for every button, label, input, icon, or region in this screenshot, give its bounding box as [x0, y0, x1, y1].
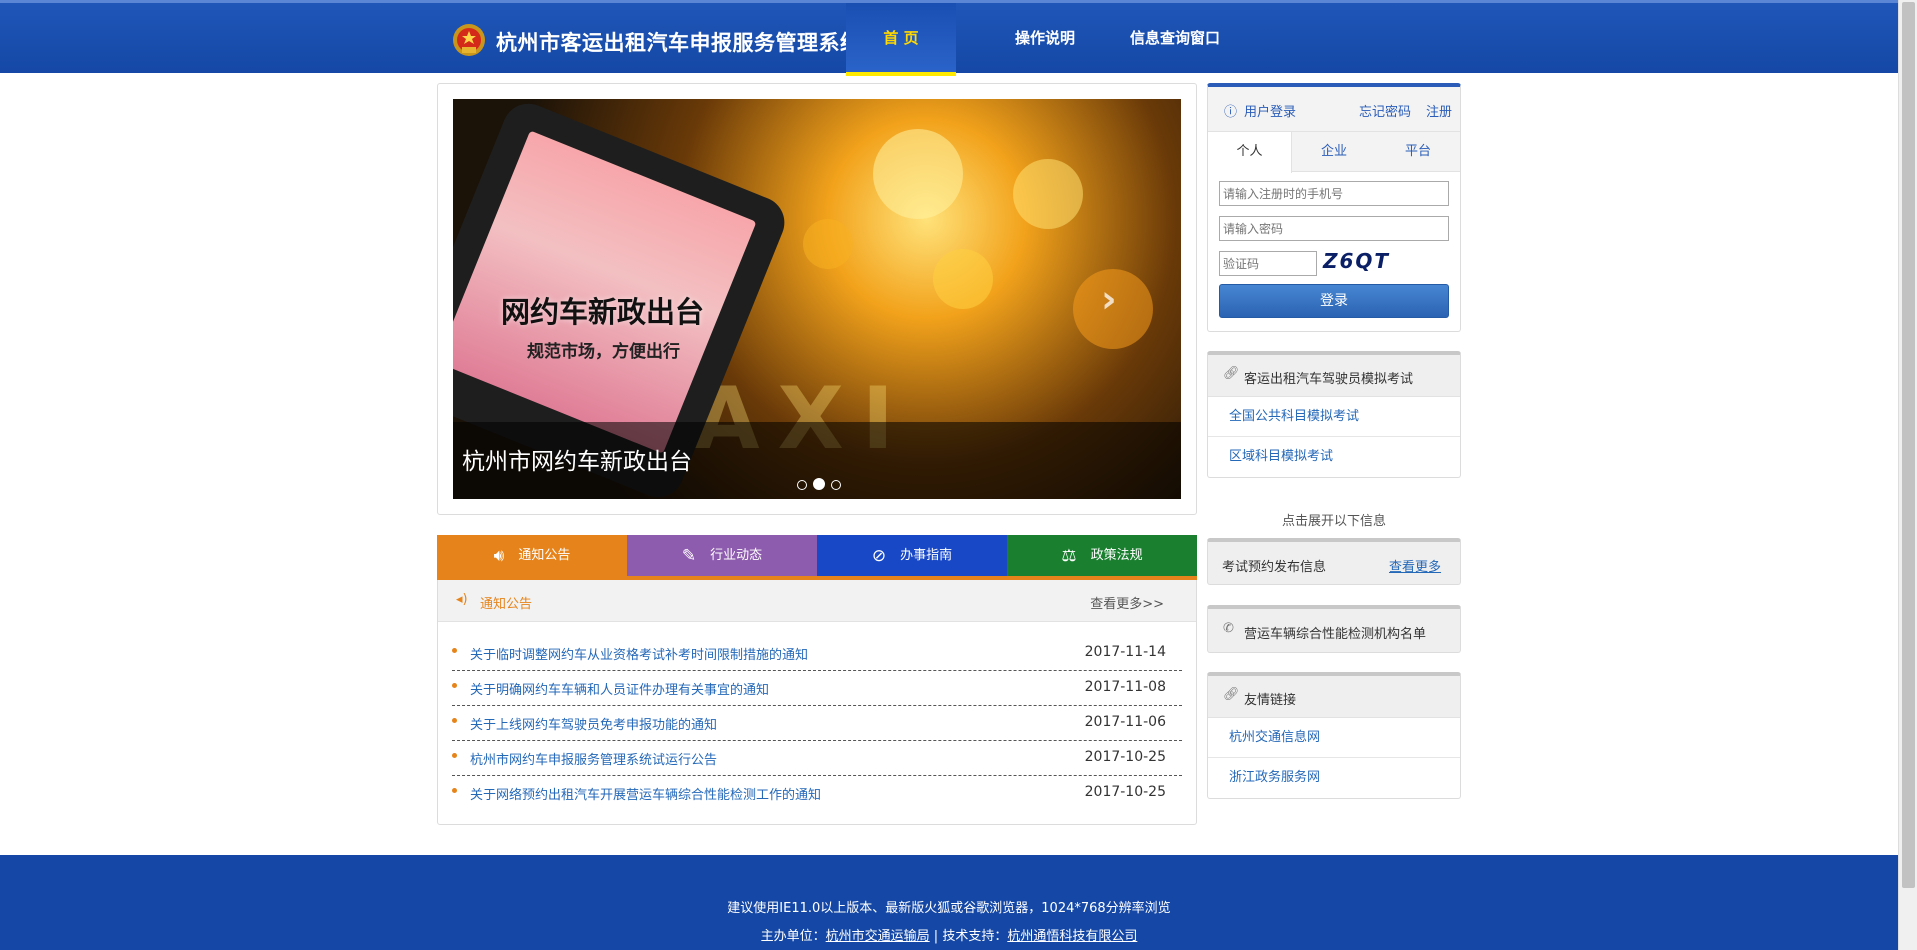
browser-note: 建议使用IE11.0以上版本、最新版火狐或谷歌浏览器，1024*768分辨率浏览 [727, 901, 1171, 916]
slide-caption: 杭州市网约车新政出台 [462, 449, 692, 475]
news-tabs: 🔊︎ 通知公告 ✎ 行业动态 ⊘ 办事指南 ⚖ 政策法规 [437, 535, 1197, 580]
document-edit-icon: ✎ [681, 546, 697, 566]
news-date: 2017-11-06 [1084, 714, 1166, 730]
inspection-panel[interactable]: ✆ 营运车辆综合性能检测机构名单 [1207, 605, 1461, 653]
bullet-icon [452, 753, 457, 758]
more-news-link[interactable]: 查看更多>> [1090, 593, 1164, 612]
news-link[interactable]: 关于上线网约车驾驶员免考申报功能的通知 [470, 714, 717, 733]
slide-dot-2[interactable] [813, 478, 825, 490]
news-date: 2017-11-08 [1084, 679, 1166, 695]
mock-exam-title: 客运出租汽车驾驶员模拟考试 [1244, 372, 1414, 387]
news-link[interactable]: 关于临时调整网约车从业资格考试补考时间限制措施的通知 [470, 644, 808, 663]
banner-panel: TAXI 网约车新政出台 规范市场，方便出行 › 杭州市网约车新政出台 [437, 83, 1197, 515]
bullet-icon [452, 683, 457, 688]
tab-policies[interactable]: ⚖ 政策法规 [1007, 535, 1197, 576]
login-button[interactable]: 登录 [1219, 284, 1449, 318]
phone-input[interactable] [1219, 181, 1449, 206]
news-link[interactable]: 关于网络预约出租汽车开展营运车辆综合性能检测工作的通知 [470, 784, 821, 803]
friend-links-header: 🔗︎ 友情链接 [1208, 676, 1460, 718]
bokeh-light [933, 249, 993, 309]
nav-instructions[interactable]: 操作说明 [1000, 3, 1090, 76]
next-slide-arrow-icon[interactable]: › [1101, 277, 1117, 321]
bokeh-light [873, 129, 963, 219]
exam-booking-title: 考试预约发布信息 [1222, 560, 1327, 575]
news-date: 2017-10-25 [1084, 784, 1166, 800]
list-item: 关于网络预约出租汽车开展营运车辆综合性能检测工作的通知 2017-10-25 [452, 776, 1182, 811]
tech-support-link[interactable]: 杭州通悟科技有限公司 [1007, 929, 1137, 944]
image-carousel[interactable]: TAXI 网约车新政出台 规范市场，方便出行 › 杭州市网约车新政出台 [453, 99, 1181, 499]
section-title: 通知公告 [480, 597, 533, 612]
caption-bar: 杭州市网约车新政出台 [453, 422, 1181, 499]
bullet-icon [452, 648, 457, 653]
speaker-icon: ◂) [456, 592, 468, 607]
captcha-input[interactable] [1219, 251, 1317, 276]
list-item: 关于明确网约车车辆和人员证件办理有关事宜的通知 2017-11-08 [452, 671, 1182, 706]
exam-booking-panel: 考试预约发布信息 查看更多 [1207, 538, 1461, 585]
tab-notices[interactable]: 🔊︎ 通知公告 [437, 535, 627, 576]
scales-icon: ⚖ [1061, 546, 1077, 566]
nav-info-query[interactable]: 信息查询窗口 [1120, 3, 1230, 76]
news-panel: 🔊︎ 通知公告 ✎ 行业动态 ⊘ 办事指南 ⚖ 政策法规 ◂) 通知公告 查看更多>> … [437, 535, 1197, 825]
link-icon: 🔗︎ [1223, 687, 1240, 702]
news-date: 2017-11-14 [1084, 644, 1166, 660]
scrollbar-thumb[interactable] [1902, 2, 1915, 888]
page-footer: 建议使用IE11.0以上版本、最新版火狐或谷歌浏览器，1024*768分辨率浏览… [0, 855, 1898, 950]
news-list: 关于临时调整网约车从业资格考试补考时间限制措施的通知 2017-11-14 关于明… [452, 636, 1182, 811]
top-header: 杭州市客运出租汽车申报服务管理系统 首 页 操作说明 信息查询窗口 [0, 0, 1898, 76]
register-link[interactable]: 注册 [1426, 101, 1452, 120]
national-exam-link[interactable]: 全国公共科目模拟考试 [1208, 397, 1460, 437]
password-input[interactable] [1219, 216, 1449, 241]
news-date: 2017-10-25 [1084, 749, 1166, 765]
expand-hint[interactable]: 点击展开以下信息 [1207, 510, 1461, 529]
friend-links-panel: 🔗︎ 友情链接 杭州交通信息网 浙江政务服务网 [1207, 672, 1461, 799]
slide-indicators [797, 478, 847, 494]
hangzhou-transport-link[interactable]: 杭州交通信息网 [1208, 718, 1460, 758]
user-icon: ⓘ [1224, 105, 1238, 120]
site-title: 杭州市客运出租汽车申报服务管理系统 [496, 31, 862, 55]
list-item: 关于上线网约车驾驶员免考申报功能的通知 2017-11-06 [452, 706, 1182, 741]
promo-title: 网约车新政出台 [501, 295, 705, 329]
mock-exam-header: 🔗︎ 客运出租汽车驾驶员模拟考试 [1208, 355, 1460, 397]
footer-credits: 主办单位：杭州市交通运输局 | 技术支持：杭州通悟科技有限公司 [760, 929, 1138, 944]
bokeh-light [1013, 159, 1083, 229]
friend-links-title: 友情链接 [1244, 693, 1297, 708]
login-header: ⓘ 用户登录 忘记密码 注册 [1208, 87, 1460, 132]
tab-personal[interactable]: 个人 [1208, 132, 1292, 173]
login-panel: ⓘ 用户登录 忘记密码 注册 个人 企业 平台 Z6QT 登录 [1207, 83, 1461, 332]
speaker-icon: 🔊︎ [493, 546, 505, 566]
link-icon: 🔗︎ [1223, 366, 1240, 381]
slide-dot-3[interactable] [831, 480, 841, 490]
page-scrollbar[interactable] [1898, 0, 1917, 950]
exam-booking-more-link[interactable]: 查看更多 [1389, 556, 1441, 575]
forgot-password-link[interactable]: 忘记密码 [1359, 101, 1411, 120]
login-type-tabs: 个人 企业 平台 [1208, 132, 1460, 173]
list-item: 杭州市网约车申报服务管理系统试运行公告 2017-10-25 [452, 741, 1182, 776]
news-link[interactable]: 杭州市网约车申报服务管理系统试运行公告 [470, 749, 717, 768]
zhejiang-gov-link[interactable]: 浙江政务服务网 [1208, 758, 1460, 798]
tab-enterprise[interactable]: 企业 [1292, 132, 1376, 172]
bokeh-light [803, 219, 853, 269]
captcha-image[interactable]: Z6QT [1323, 249, 1425, 275]
tab-platform[interactable]: 平台 [1376, 132, 1460, 172]
slide-dot-1[interactable] [797, 480, 807, 490]
phone-icon: ✆ [1223, 621, 1234, 636]
inspection-title: 营运车辆综合性能检测机构名单 [1244, 627, 1427, 642]
mock-exam-panel: 🔗︎ 客运出租汽车驾驶员模拟考试 全国公共科目模拟考试 区域科目模拟考试 [1207, 351, 1461, 478]
host-link[interactable]: 杭州市交通运输局 [826, 929, 930, 944]
tab-service-guide[interactable]: ⊘ 办事指南 [817, 535, 1007, 576]
compass-icon: ⊘ [871, 546, 887, 566]
news-link[interactable]: 关于明确网约车车辆和人员证件办理有关事宜的通知 [470, 679, 769, 698]
news-subheader: ◂) 通知公告 查看更多>> [438, 580, 1196, 622]
list-item: 关于临时调整网约车从业资格考试补考时间限制措施的通知 2017-11-14 [452, 636, 1182, 671]
nav-home[interactable]: 首 页 [846, 3, 956, 76]
bullet-icon [452, 718, 457, 723]
login-title: 用户登录 [1244, 105, 1297, 120]
bullet-icon [452, 788, 457, 793]
national-emblem-icon [453, 24, 485, 56]
regional-exam-link[interactable]: 区域科目模拟考试 [1208, 437, 1460, 477]
promo-subtitle: 规范市场，方便出行 [527, 342, 680, 362]
tab-industry-news[interactable]: ✎ 行业动态 [627, 535, 817, 576]
